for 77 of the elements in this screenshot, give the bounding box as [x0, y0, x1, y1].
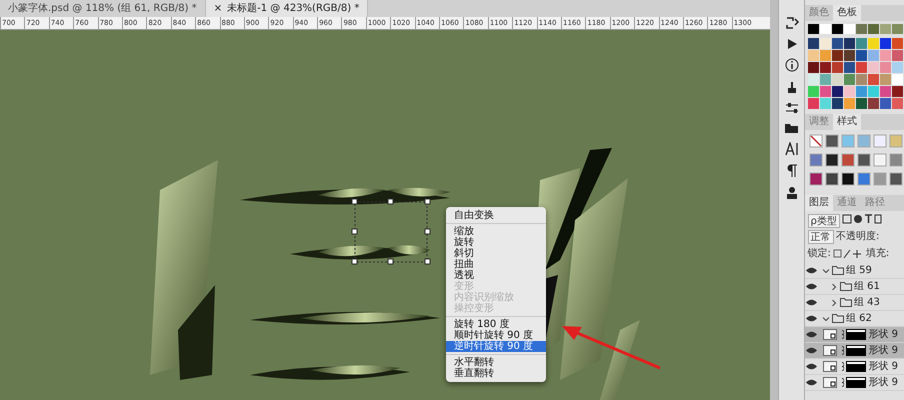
menu-item: 内容识别缩放 — [453, 292, 515, 303]
layer-row[interactable]: 形状 9 — [805, 375, 904, 391]
sliders-icon[interactable] — [784, 102, 798, 114]
menu-item[interactable]: 透视 — [446, 270, 546, 281]
menu-item[interactable]: 斜切 — [446, 248, 546, 259]
layer-name: 形状 9 — [868, 376, 898, 390]
swap-arrows-icon[interactable] — [784, 16, 798, 30]
shape-thumbnail — [823, 345, 837, 356]
layer-row[interactable]: 组 43 — [805, 295, 904, 311]
chevron-down-icon[interactable] — [823, 268, 829, 274]
layer-name: 组 59 — [846, 264, 872, 278]
eye-icon[interactable] — [806, 267, 817, 274]
shape-thumbnail — [823, 329, 837, 340]
menu-item[interactable]: 旋转 180 度 — [446, 319, 546, 330]
mask-thumbnail — [846, 377, 866, 388]
layer-row[interactable]: 形状 9 — [805, 343, 904, 359]
filter-dropdown[interactable]: ρ类型 — [808, 214, 840, 228]
folder-icon — [832, 266, 844, 275]
layer-row[interactable]: 组 59 — [805, 263, 904, 279]
eye-icon[interactable] — [806, 379, 817, 386]
chevron-right-icon[interactable] — [831, 300, 837, 306]
opacity-label: 不透明度: — [836, 230, 880, 244]
mask-thumbnail — [846, 345, 866, 356]
folder-icon — [840, 282, 852, 291]
filter-icons-drawing[interactable] — [842, 214, 882, 224]
folder-icon — [840, 298, 852, 307]
menu-item[interactable]: 顺时针旋转 90 度 — [446, 330, 546, 341]
layer-row[interactable]: 形状 9 — [805, 359, 904, 375]
menu-item[interactable]: 自由变换 — [446, 210, 546, 221]
layer-row[interactable]: 形状 9 — [805, 327, 904, 343]
layer-name: 组 62 — [846, 312, 872, 326]
close-icon[interactable]: × — [214, 0, 222, 17]
menu-item: 操控变形 — [453, 303, 495, 314]
eye-icon[interactable] — [806, 363, 817, 370]
layer-name: 组 43 — [854, 296, 880, 310]
info-icon[interactable] — [784, 58, 798, 72]
panel-tab[interactable]: 色板 — [833, 5, 861, 21]
tab-label: 小篆字体.psd @ 118% (组 61, RGB/8) * — [8, 2, 197, 16]
menu-item[interactable]: 扭曲 — [446, 259, 546, 270]
layer-row[interactable]: 组 61 — [805, 279, 904, 295]
panel-scroll-bar[interactable] — [770, 0, 778, 400]
chevron-down-icon[interactable] — [823, 316, 829, 322]
eye-icon[interactable] — [806, 283, 817, 290]
eye-icon[interactable] — [806, 347, 817, 354]
shape-thumbnail — [823, 377, 837, 388]
transform-box[interactable] — [352, 198, 430, 264]
document-tab[interactable]: × 未标题-1 @ 423%(RGB/8) * — [206, 0, 368, 17]
menu-item[interactable]: 垂直翻转 — [446, 368, 546, 379]
chevron-right-icon[interactable] — [831, 284, 837, 290]
menu-item[interactable]: 水平翻转 — [446, 357, 546, 368]
folder-icon[interactable] — [784, 122, 799, 134]
swatch-grid-drawing[interactable] — [808, 24, 904, 112]
mask-thumbnail — [846, 329, 866, 340]
panel-tab[interactable]: 样式 — [833, 114, 861, 130]
menu-item: 变形 — [453, 281, 474, 292]
layer-name: 形状 9 — [868, 328, 898, 342]
character-icon[interactable] — [784, 142, 798, 156]
panel-tab[interactable]: 图层 — [805, 195, 833, 211]
paragraph-icon[interactable] — [786, 164, 798, 178]
mask-thumbnail — [846, 361, 866, 372]
fill-label: 填充: — [866, 246, 890, 260]
layer-name: 形状 9 — [868, 344, 898, 358]
menu-item[interactable]: 旋转 — [446, 237, 546, 248]
play-icon[interactable] — [786, 38, 798, 50]
menu-item[interactable]: 缩放 — [446, 226, 546, 237]
lock-icons-drawing[interactable] — [833, 248, 864, 258]
eye-icon[interactable] — [806, 299, 817, 306]
menu-item[interactable]: 逆时针旋转 90 度 — [446, 341, 546, 352]
folder-icon — [832, 314, 844, 323]
layer-name: 组 61 — [854, 280, 880, 294]
shape-thumbnail — [823, 361, 837, 372]
blend-mode-dropdown[interactable]: 正常 — [808, 230, 834, 244]
lock-label: 锁定: — [808, 246, 831, 260]
layer-name: 形状 9 — [868, 360, 898, 374]
tab-label: 未标题-1 @ 423%(RGB/8) * — [227, 2, 360, 16]
eye-icon[interactable] — [806, 315, 817, 322]
eye-icon[interactable] — [806, 331, 817, 338]
